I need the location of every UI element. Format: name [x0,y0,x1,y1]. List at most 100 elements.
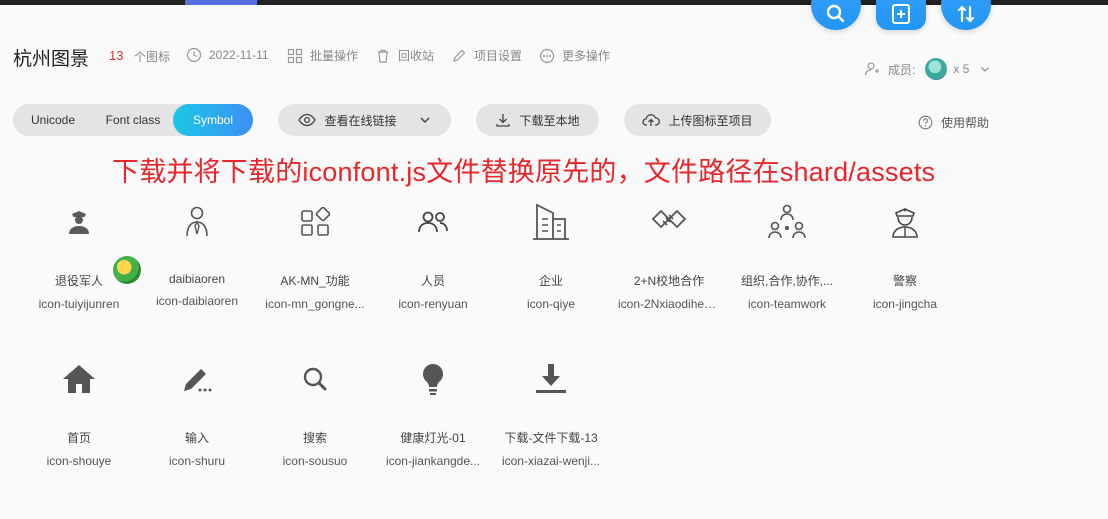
chevron-down-icon [981,67,990,72]
add-file-icon [892,4,910,24]
icon-code: icon-2Nxiaodihez... [618,297,721,311]
icon-code: icon-shuru [168,454,226,468]
created-date-text: 2022-11-11 [209,48,269,62]
recycle-bin-label: 回收站 [398,49,435,63]
icon-code: icon-tuiyijunren [38,297,120,311]
icon-name: AK-MN_功能 [280,274,350,288]
icon-card[interactable]: 人员 icon-renyuan [374,202,492,311]
icon-code: icon-jiankangde... [385,454,481,468]
police-icon [892,208,918,238]
icon-name: 企业 [538,274,563,288]
search-fab[interactable] [811,0,861,30]
code-type-tabs: Unicode Font class Symbol [13,104,253,136]
icon-code: icon-mn_gongne... [265,297,365,311]
icon-name: 组织,合作,协作,... [740,274,833,288]
icon-code: icon-jingcha [872,297,938,311]
icon-name: 下载-文件下载-13 [504,431,598,445]
icon-name: 输入 [184,431,209,445]
recycle-bin-button[interactable]: 回收站 [375,47,434,64]
function-grid-icon [301,207,330,236]
teamwork-icon [768,204,806,239]
avatar [925,58,948,80]
upload-icon-button[interactable]: 上传图标至项目 [624,104,771,136]
icon-name: 人员 [420,274,445,288]
tab-symbol[interactable]: Symbol [173,104,253,136]
batch-operation-button[interactable]: 批量操作 [287,47,358,64]
user-group-icon [864,62,879,76]
download-icon [536,364,566,393]
sort-fab[interactable] [941,0,991,30]
icon-card[interactable]: 2+N校地合作 icon-2Nxiaodihez... [610,202,728,311]
top-bar-active-indicator [185,0,257,5]
download-local-button[interactable]: 下载至本地 [476,104,599,136]
chevron-down-icon [420,117,429,123]
project-settings-label: 项目设置 [474,49,523,63]
more-operations-button[interactable]: 更多操作 [539,47,610,64]
icon-count: 13 [109,48,124,63]
cloud-upload-icon [642,114,661,126]
tab-font-class[interactable]: Font class [93,104,173,136]
icon-count-label: 个图标 [134,50,171,64]
icon-card[interactable]: 下载-文件下载-13 icon-xiazai-wenji... [492,359,610,468]
tab-unicode[interactable]: Unicode [13,104,93,136]
project-title: 杭州图景 [13,49,90,70]
icon-name: 搜索 [302,431,327,445]
representative-icon [186,206,208,237]
icon-code: icon-teamwork [747,297,827,311]
food-bowl-icon [113,256,141,284]
pen-icon [184,369,212,392]
help-link[interactable]: 使用帮助 [918,114,989,131]
upload-icon-label: 上传图标至项目 [668,113,753,128]
icon-name: 健康灯光-01 [400,431,466,445]
icon-card[interactable]: 组织,合作,协作,... icon-teamwork [728,202,846,311]
icon-code: icon-xiazai-wenji... [501,454,601,468]
sort-arrows-icon [957,5,975,23]
icon-code: icon-qiye [526,297,576,311]
more-dots-icon [539,48,555,63]
icon-code: icon-shouye [46,454,112,468]
help-label: 使用帮助 [941,116,990,130]
icon-code: icon-sousuo [282,454,348,468]
view-online-link-label: 查看在线链接 [324,113,397,128]
icon-card[interactable]: daibiaoren icon-daibiaoren [138,202,256,308]
download-local-label: 下载至本地 [519,113,580,128]
annotation-text: 下载并将下载的iconfont.js文件替换原先的，文件路径在shard/ass… [112,157,936,187]
icon-name: 警察 [892,274,917,288]
eye-icon [298,113,317,127]
soldier-icon [69,211,89,234]
icon-name: 2+N校地合作 [633,274,705,288]
icon-card[interactable]: 搜索 icon-sousuo [256,359,374,468]
view-online-link-button[interactable]: 查看在线链接 [278,104,451,136]
trash-icon [377,49,389,63]
batch-operation-label: 批量操作 [310,49,359,63]
members-count: x 5 [953,62,970,76]
created-date: 2022-11-11 [186,47,269,63]
search-icon [826,4,845,23]
handshake-icon [651,209,687,229]
icon-card[interactable]: 企业 icon-qiye [492,202,610,311]
icon-card[interactable]: 首页 icon-shouye [20,359,138,468]
project-settings-button[interactable]: 项目设置 [451,47,522,64]
icon-code: icon-renyuan [398,297,468,311]
search-icon [303,367,327,391]
members-label: 成员: [888,62,916,77]
add-icon-fab[interactable] [876,0,926,30]
download-icon [496,114,511,127]
icon-name: 首页 [66,431,91,445]
pencil-icon [453,49,466,62]
icon-code: icon-daibiaoren [155,294,239,308]
building-icon [533,203,569,240]
lightbulb-icon [423,364,443,395]
people-icon [418,211,448,233]
more-operations-label: 更多操作 [562,49,611,63]
members-area[interactable]: 成员: x 5 [864,58,991,80]
home-icon [63,365,95,393]
question-circle-icon [918,115,933,130]
icon-card[interactable]: 警察 icon-jingcha [846,202,964,311]
icon-card[interactable]: AK-MN_功能 icon-mn_gongne... [256,202,374,311]
icon-card[interactable]: 输入 icon-shuru [138,359,256,468]
icon-name: daibiaoren [168,272,226,286]
clock-icon [186,47,202,63]
grid-icon [287,48,303,63]
icon-card[interactable]: 健康灯光-01 icon-jiankangde... [374,359,492,468]
